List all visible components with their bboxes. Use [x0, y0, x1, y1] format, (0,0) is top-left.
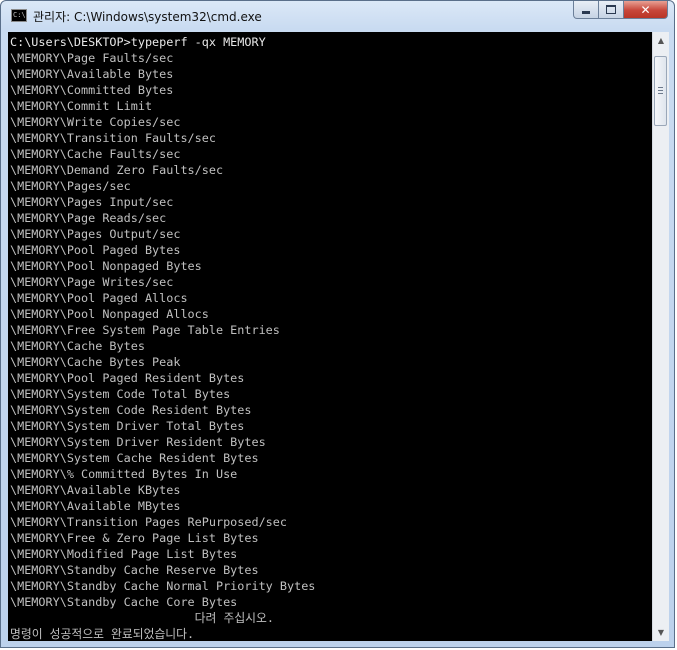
output-line: \MEMORY\Free & Zero Page List Bytes	[10, 531, 259, 545]
output-line: \MEMORY\Free System Page Table Entries	[10, 323, 280, 337]
output-line: \MEMORY\Pages/sec	[10, 179, 131, 193]
title-bar[interactable]: C:\ 관리자: C:\Windows\system32\cmd.exe ✕	[1, 1, 674, 31]
output-line: \MEMORY\System Driver Resident Bytes	[10, 435, 266, 449]
output-line: \MEMORY\Modified Page List Bytes	[10, 547, 238, 561]
output-line: \MEMORY\Pool Paged Allocs	[10, 291, 188, 305]
output-line: \MEMORY\Cache Bytes	[10, 339, 145, 353]
output-line: \MEMORY\% Committed Bytes In Use	[10, 467, 238, 481]
command-line: C:\Users\DESKTOP>typeperf -qx MEMORY	[10, 35, 266, 49]
console-output[interactable]: C:\Users\DESKTOP>typeperf -qx MEMORY \MEM…	[8, 32, 652, 641]
output-line: \MEMORY\Transition Pages RePurposed/sec	[10, 515, 287, 529]
output-line: \MEMORY\Available MBytes	[10, 499, 181, 513]
output-line: \MEMORY\System Cache Resident Bytes	[10, 451, 259, 465]
output-line: \MEMORY\Pool Nonpaged Allocs	[10, 307, 209, 321]
output-line: \MEMORY\System Code Total Bytes	[10, 387, 231, 401]
output-line: \MEMORY\Available Bytes	[10, 67, 174, 81]
close-icon: ✕	[640, 2, 651, 17]
output-line: \MEMORY\Write Copies/sec	[10, 115, 181, 129]
scroll-up-arrow-icon[interactable]: ▲	[653, 32, 669, 49]
grip-line	[658, 87, 663, 88]
output-line: \MEMORY\Page Reads/sec	[10, 211, 167, 225]
scrollbar-thumb[interactable]	[654, 56, 667, 126]
window-title: 관리자: C:\Windows\system32\cmd.exe	[33, 10, 262, 24]
cmd-app-icon[interactable]: C:\	[11, 9, 27, 22]
output-line: \MEMORY\Pages Input/sec	[10, 195, 174, 209]
maximize-button[interactable]	[599, 1, 624, 19]
output-line: \MEMORY\Committed Bytes	[10, 83, 174, 97]
minimize-icon	[582, 11, 590, 14]
output-line: \MEMORY\Page Faults/sec	[10, 51, 174, 65]
minimize-button[interactable]	[573, 1, 599, 19]
caption-buttons: ✕	[573, 1, 668, 21]
output-line: \MEMORY\Transition Faults/sec	[10, 131, 216, 145]
output-line: 다려 주십시오.	[10, 611, 274, 625]
close-button[interactable]: ✕	[624, 1, 668, 19]
scroll-down-arrow-icon[interactable]: ▼	[653, 624, 669, 641]
output-line: \MEMORY\System Code Resident Bytes	[10, 403, 252, 417]
console-text: C:\Users\DESKTOP>typeperf -qx MEMORY \MEM…	[10, 34, 315, 641]
output-line: \MEMORY\Pool Paged Bytes	[10, 243, 181, 257]
grip-line	[658, 93, 663, 94]
output-line: \MEMORY\Cache Faults/sec	[10, 147, 181, 161]
output-line: \MEMORY\Page Writes/sec	[10, 275, 174, 289]
output-line: \MEMORY\Pool Paged Resident Bytes	[10, 371, 245, 385]
output-line: \MEMORY\Standby Cache Core Bytes	[10, 595, 238, 609]
output-line: \MEMORY\System Driver Total Bytes	[10, 419, 245, 433]
output-line: \MEMORY\Available KBytes	[10, 483, 181, 497]
output-line: \MEMORY\Standby Cache Reserve Bytes	[10, 563, 259, 577]
output-line: \MEMORY\Cache Bytes Peak	[10, 355, 181, 369]
output-line: \MEMORY\Demand Zero Faults/sec	[10, 163, 224, 177]
output-line: \MEMORY\Standby Cache Normal Priority By…	[10, 579, 316, 593]
output-line: \MEMORY\Pages Output/sec	[10, 227, 181, 241]
vertical-scrollbar[interactable]: ▲ ▼	[652, 32, 669, 641]
grip-line	[658, 90, 663, 91]
output-line: \MEMORY\Commit Limit	[10, 99, 153, 113]
cmd-window: C:\ 관리자: C:\Windows\system32\cmd.exe ✕ C…	[0, 0, 675, 648]
output-line: \MEMORY\Pool Nonpaged Bytes	[10, 259, 202, 273]
maximize-icon	[606, 5, 616, 14]
output-line: 명령이 성공적으로 완료되었습니다.	[10, 627, 195, 641]
